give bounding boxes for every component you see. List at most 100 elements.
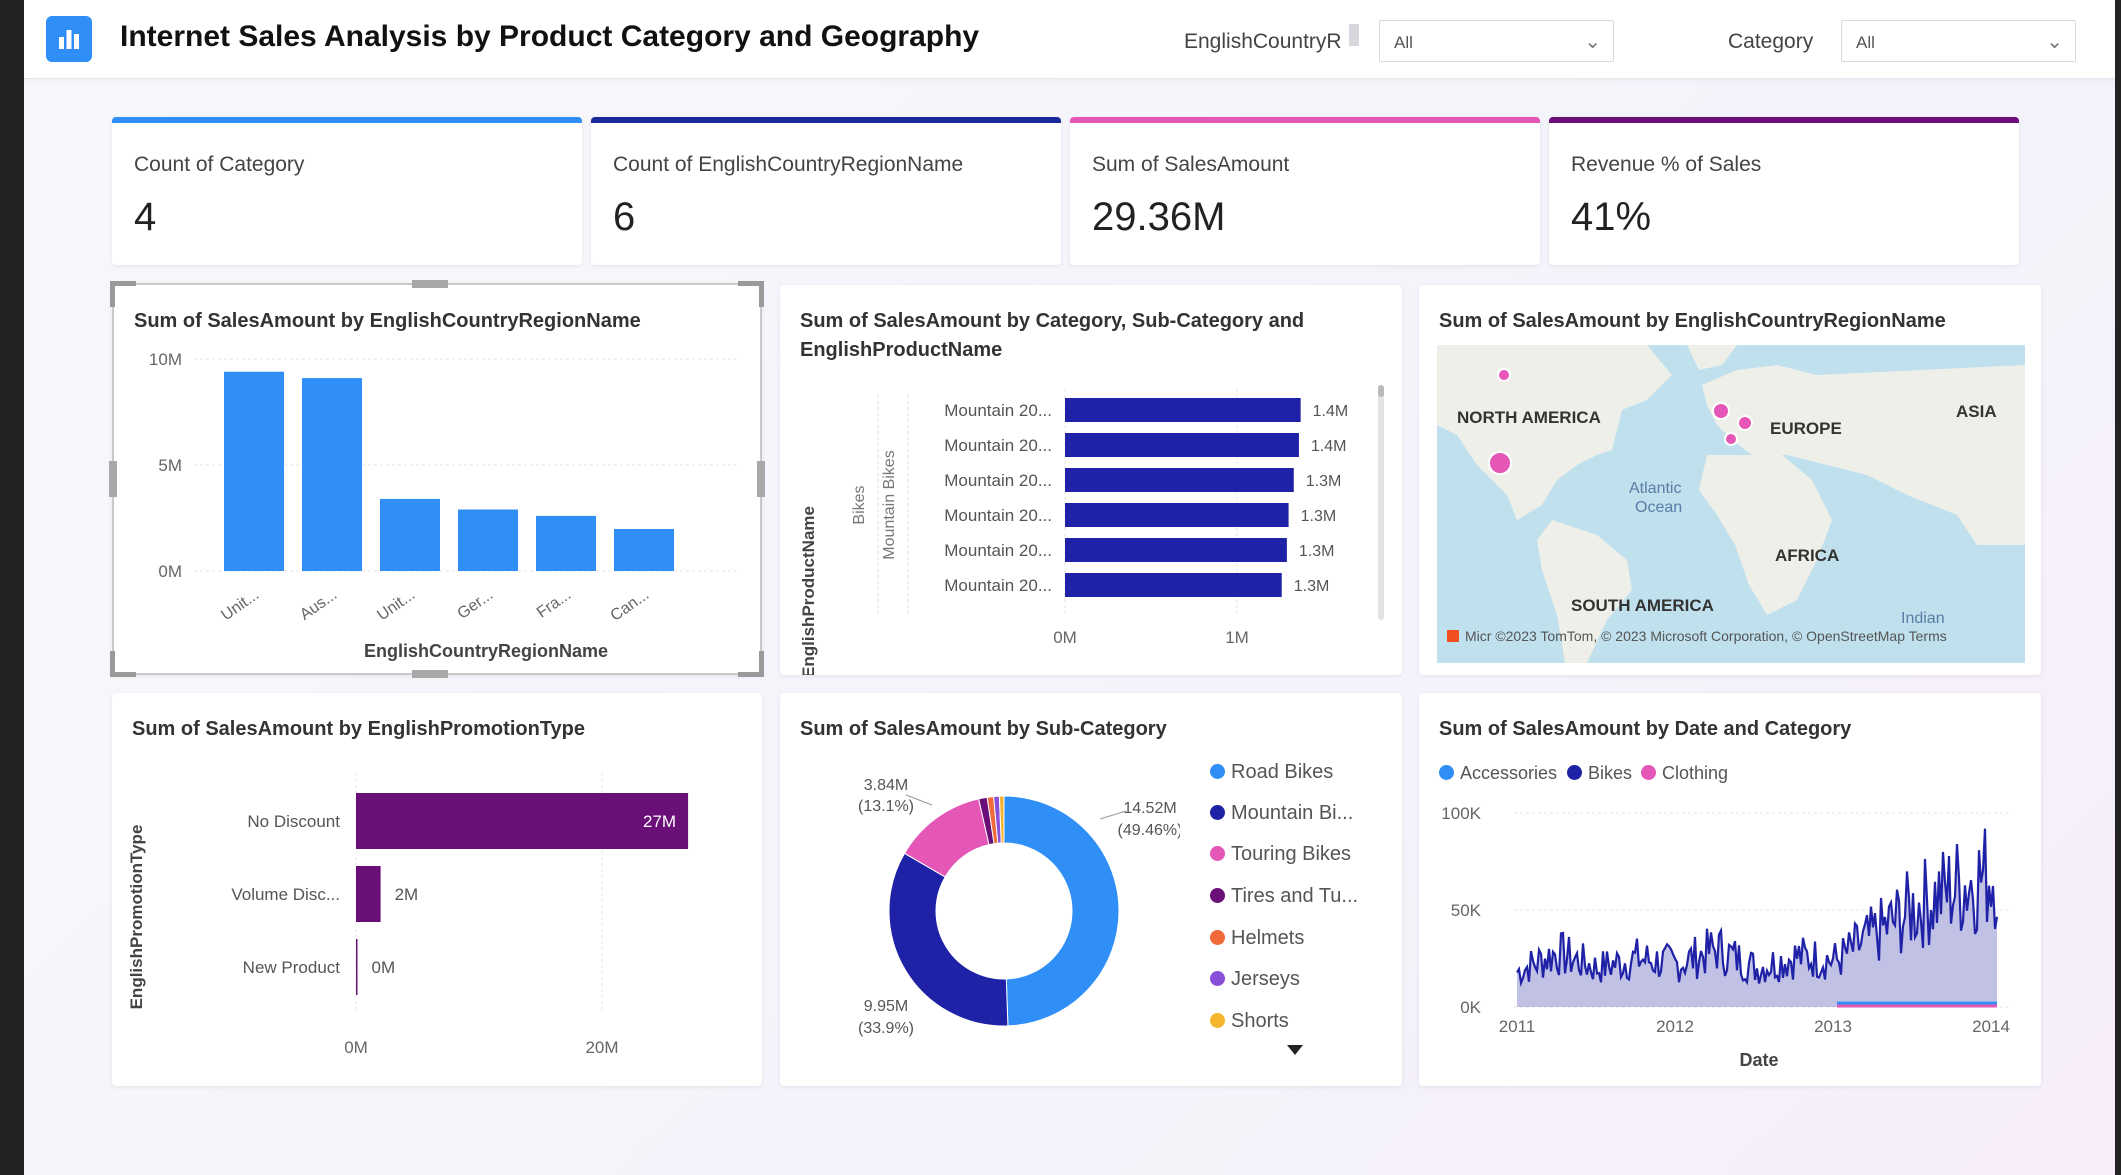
x-axis-title: EnglishCountryRegionName	[364, 641, 608, 661]
product-bar	[1065, 433, 1299, 457]
kpi-value: 29.36M	[1092, 195, 1226, 239]
donut-slice	[1003, 795, 1120, 1027]
kpi-label: Sum of SalesAmount	[1092, 153, 1290, 176]
report-canvas: Internet Sales Analysis by Product Categ…	[24, 0, 2115, 1175]
map-bubble-germany[interactable]	[1737, 415, 1753, 431]
map-bubble-canada[interactable]	[1497, 368, 1511, 382]
donut-plot: 3.84M (13.1%) 14.52M (49.46%) 9.95M (33.…	[858, 777, 1180, 1037]
legend-item-road-bikes[interactable]: Road Bikes	[1210, 761, 1333, 784]
kpi-card-revenue-pct[interactable]: Revenue % of Sales 41%	[1549, 117, 2019, 265]
product-bar	[1065, 468, 1294, 492]
scrollbar-track[interactable]	[1378, 385, 1384, 620]
chart-title: Sum of SalesAmount by EnglishCountryRegi…	[1439, 310, 1946, 332]
y-tick-label: 5M	[158, 456, 182, 475]
donut-data-label-pct: (49.46%)	[1118, 822, 1180, 839]
promotion-bar	[356, 866, 381, 922]
report-header: Internet Sales Analysis by Product Categ…	[24, 0, 2115, 79]
x-axis-title: Date	[1739, 1050, 1778, 1070]
x-tick-label: Ger...	[454, 586, 496, 622]
chevron-down-icon: ⌄	[1584, 31, 1601, 53]
bar-data-label: 1.4M	[1313, 403, 1349, 420]
legend-item-touring-bikes[interactable]: Touring Bikes	[1210, 843, 1351, 866]
kpi-label: Count of EnglishCountryRegionName	[613, 153, 964, 176]
x-tick-label: 0M	[1053, 628, 1077, 647]
world-map[interactable]: NORTH AMERICA EUROPE ASIA AFRICA SOUTH A…	[1437, 345, 2025, 663]
donut-data-label-value: 9.95M	[864, 998, 908, 1015]
x-tick-label: 2012	[1656, 1017, 1694, 1036]
map-bubble-united-kingdom[interactable]	[1712, 402, 1730, 420]
resize-handle-right[interactable]	[757, 461, 765, 497]
resize-handle-bottom-left[interactable]	[110, 651, 136, 677]
category-filter-dropdown[interactable]: All ⌄	[1841, 20, 2076, 62]
product-bar-plot: EnglishProductName Bikes Mountain Bikes …	[799, 385, 1384, 675]
legend-swatch	[1210, 846, 1225, 861]
legend-label: Mountain Bi...	[1231, 802, 1354, 824]
resize-handle-top[interactable]	[412, 280, 448, 288]
page-title: Internet Sales Analysis by Product Categ…	[120, 20, 980, 53]
legend-swatch	[1210, 971, 1225, 986]
map-attribution[interactable]: Micr ©2023 TomTom, © 2023 Microsoft Corp…	[1465, 628, 1947, 644]
country-bar	[224, 371, 284, 571]
country-bar	[614, 529, 674, 571]
kpi-value: 6	[613, 195, 636, 239]
resize-handle-top-left[interactable]	[110, 281, 136, 307]
legend-item-jerseys[interactable]: Jerseys	[1210, 968, 1300, 991]
legend-label: Tires and Tu...	[1231, 885, 1359, 907]
legend-item-tires-and-tubes[interactable]: Tires and Tu...	[1210, 885, 1358, 908]
x-tick-label: Fra...	[534, 586, 574, 621]
legend-swatch	[1210, 805, 1225, 820]
product-sales-chart[interactable]: Sum of SalesAmount by Category, Sub-Cate…	[780, 285, 1402, 675]
leader-line	[1099, 810, 1127, 820]
y-tick-label: Mountain 20...	[944, 436, 1052, 455]
legend-label: Road Bikes	[1231, 761, 1334, 783]
sales-map-chart[interactable]: Sum of SalesAmount by EnglishCountryRegi…	[1419, 285, 2041, 675]
y-tick-label: 50K	[1451, 901, 1482, 920]
kpi-label: Revenue % of Sales	[1571, 153, 1762, 176]
resize-handle-top-right[interactable]	[738, 281, 764, 307]
legend-item-mountain-bikes[interactable]: Mountain Bi...	[1210, 802, 1353, 825]
map-label-north-america: NORTH AMERICA	[1457, 408, 1601, 427]
resize-handle-bottom[interactable]	[412, 670, 448, 678]
legend-item-helmets[interactable]: Helmets	[1210, 927, 1304, 950]
map-bubble-france[interactable]	[1724, 432, 1738, 446]
legend-label: Touring Bikes	[1231, 843, 1352, 865]
kpi-accent-bar	[112, 117, 582, 123]
promotion-sales-chart[interactable]: Sum of SalesAmount by EnglishPromotionTy…	[112, 693, 762, 1086]
chevron-down-icon: ⌄	[2046, 31, 2063, 53]
map-label-atlantic: Atlantic	[1629, 480, 1681, 497]
subcategory-donut-chart[interactable]: Sum of SalesAmount by Sub-Category 3.84M…	[780, 693, 1402, 1086]
y-tick-label: 0K	[1460, 998, 1481, 1017]
resize-handle-left[interactable]	[109, 461, 117, 497]
map-bubble-united-states[interactable]	[1488, 451, 1512, 475]
x-tick-label: 2013	[1814, 1017, 1852, 1036]
bar-data-label: 1.4M	[1311, 438, 1347, 455]
donut-data-label-pct: (13.1%)	[858, 798, 914, 815]
donut-data-label-value: 3.84M	[864, 777, 908, 794]
promotion-bar-plot: EnglishPromotionType No Discount 27M Volum…	[127, 773, 689, 1057]
x-tick-label: 1M	[1225, 628, 1249, 647]
x-tick-label: 0M	[344, 1038, 368, 1057]
resize-handle-bottom-right[interactable]	[738, 651, 764, 677]
x-tick-label: Can...	[608, 586, 653, 624]
bar-data-label: 2M	[395, 885, 419, 904]
bar-data-label: 1.3M	[1299, 543, 1335, 560]
scrollbar-thumb[interactable]	[1378, 385, 1384, 397]
kpi-accent-bar	[1070, 117, 1540, 123]
legend-scroll-down-icon[interactable]	[1287, 1045, 1303, 1055]
country-filter-dropdown[interactable]: All ⌄	[1379, 20, 1614, 62]
date-sales-chart[interactable]: Sum of SalesAmount by Date and Category …	[1419, 693, 2041, 1086]
bar-data-label: 1.3M	[1301, 508, 1337, 525]
kpi-card-sales-sum[interactable]: Sum of SalesAmount 29.36M	[1070, 117, 1540, 265]
kpi-card-category-count[interactable]: Count of Category 4	[112, 117, 582, 265]
promotion-bar	[356, 793, 689, 849]
kpi-card-country-count[interactable]: Count of EnglishCountryRegionName 6	[591, 117, 1061, 265]
x-tick-label: Unit...	[374, 586, 418, 624]
bar-data-label: 1.3M	[1306, 473, 1342, 490]
y-tick-label: Mountain 20...	[944, 541, 1052, 560]
country-sales-chart[interactable]: Sum of SalesAmount by EnglishCountryRegi…	[109, 280, 765, 678]
map-label-south-america: SOUTH AMERICA	[1571, 596, 1714, 615]
filter-label-overflow-marker	[1349, 24, 1359, 46]
legend-label: Jerseys	[1231, 968, 1300, 990]
legend-item-shorts[interactable]: Shorts	[1210, 1010, 1289, 1033]
legend-swatch	[1210, 930, 1225, 945]
